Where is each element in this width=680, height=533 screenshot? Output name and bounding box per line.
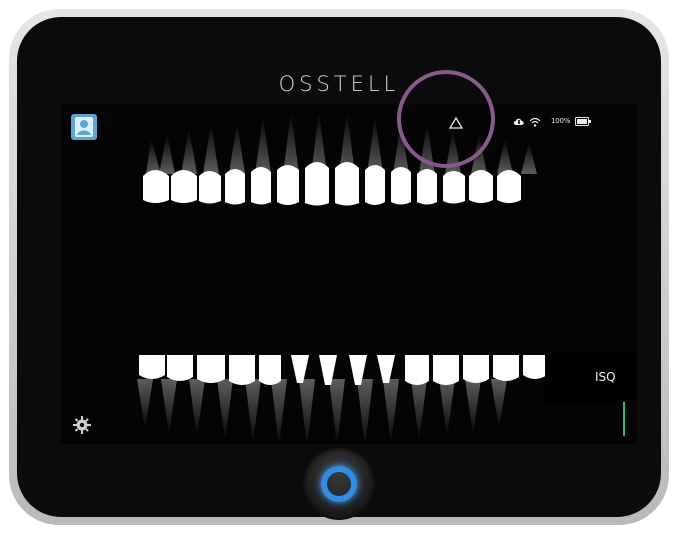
highlight-circle [397,70,495,168]
battery-icon [575,117,591,126]
battery-percentage: 100% [551,117,571,125]
patient-icon [75,117,93,137]
isq-indicator [623,402,625,436]
home-ring-icon [321,466,357,502]
brand-logo: OSSTELL [278,72,400,96]
patient-button[interactable] [71,114,97,140]
gear-icon[interactable] [73,416,91,434]
home-button[interactable] [303,448,375,520]
isq-label: ISQ [595,370,616,384]
lower-jaw[interactable] [131,349,551,444]
device-screen: 100% ISQ [61,104,637,444]
isq-panel[interactable]: ISQ [545,354,637,402]
